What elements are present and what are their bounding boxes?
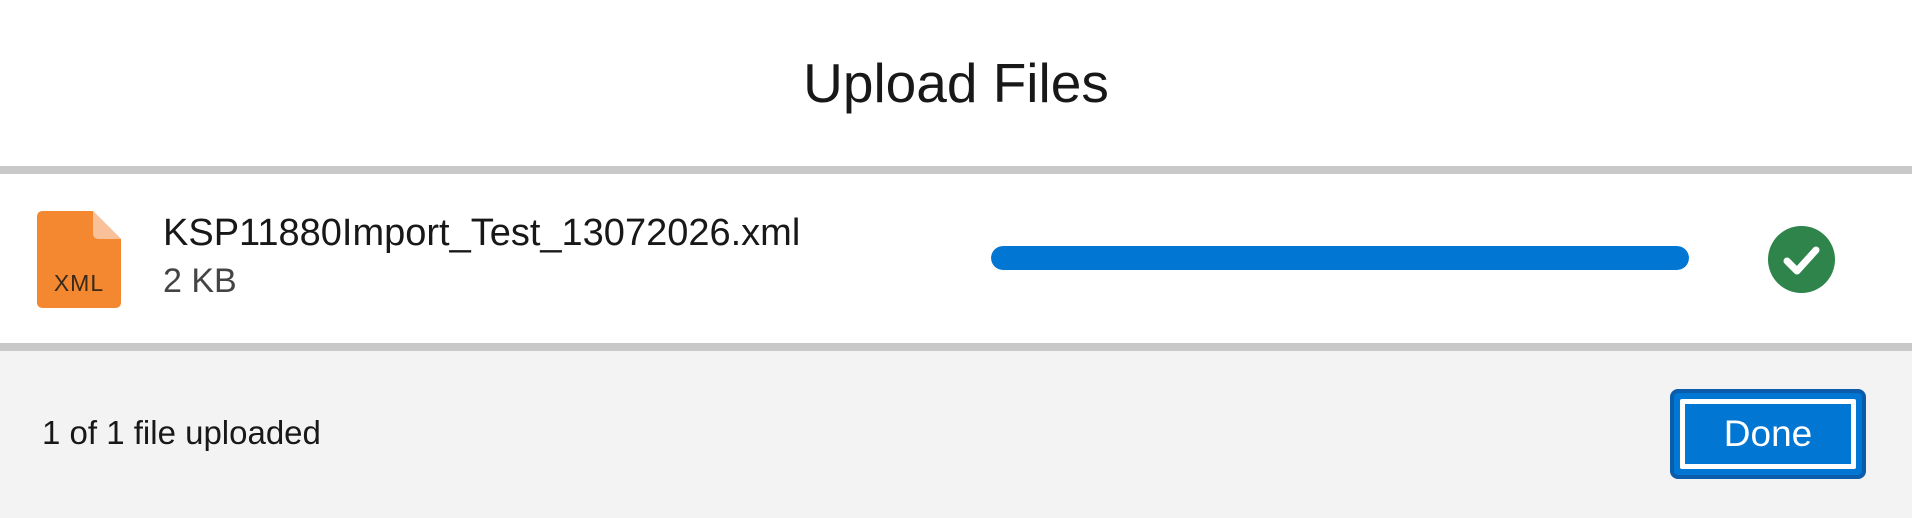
done-button-label: Done [1680, 399, 1856, 469]
modal-title: Upload Files [803, 52, 1109, 114]
upload-progress-bar [991, 246, 1689, 270]
modal-header: Upload Files [0, 0, 1912, 166]
modal-footer: 1 of 1 file uploaded Done [0, 351, 1912, 518]
upload-progress-fill [991, 246, 1689, 270]
file-name: KSP11880Import_Test_13072026.xml [163, 212, 801, 254]
done-button[interactable]: Done [1670, 389, 1866, 479]
xml-file-icon: XML [37, 211, 121, 308]
file-type-label: XML [53, 270, 105, 296]
file-size: 2 KB [163, 262, 237, 300]
header-divider [0, 166, 1912, 174]
success-check-icon [1768, 226, 1835, 293]
upload-status-text: 1 of 1 file uploaded [42, 414, 321, 451]
upload-files-modal: Upload Files XML KSP11880Import_Test_130… [0, 0, 1912, 518]
file-list-item: XML KSP11880Import_Test_13072026.xml 2 K… [0, 174, 1912, 343]
footer-divider [0, 343, 1912, 351]
